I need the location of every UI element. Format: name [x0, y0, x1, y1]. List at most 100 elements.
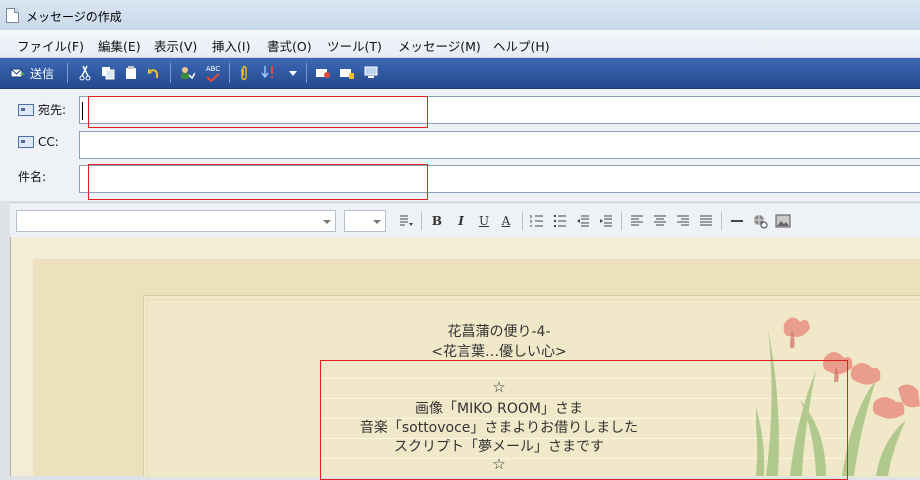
menu-insert[interactable]: 挿入(I) [212, 36, 250, 55]
format-divider [522, 212, 523, 230]
attach-button[interactable] [236, 64, 252, 82]
horizontal-line-button[interactable] [729, 213, 745, 229]
menu-file[interactable]: ファイル(F) [17, 36, 84, 55]
decrease-indent-button[interactable] [575, 213, 591, 229]
chevron-down-icon [289, 70, 297, 76]
star-divider: ☆ [492, 455, 506, 473]
align-right-icon [677, 215, 689, 226]
signed-mail-icon [316, 69, 330, 78]
menu-bar: ファイル(F) 編集(E) 表示(V) 挿入(I) 書式(O) ツール(T) メ… [0, 30, 920, 58]
toolbar-divider [306, 63, 307, 83]
font-name-select[interactable] [16, 210, 336, 232]
star-divider: ☆ [492, 378, 506, 396]
undo-icon [148, 68, 159, 79]
copy-icon [102, 67, 115, 80]
picture-icon [775, 214, 791, 228]
menu-message[interactable]: メッセージ(M) [398, 36, 481, 55]
cc-label[interactable]: CC: [18, 135, 59, 149]
title-bar: メッセージの作成 [0, 0, 920, 30]
credit-image: 画像「MIKO ROOM」さま [415, 401, 583, 417]
increase-indent-button[interactable] [598, 213, 614, 229]
outdent-icon [577, 215, 589, 227]
numbered-list-button[interactable] [529, 213, 545, 229]
paragraph-style-icon [400, 215, 413, 226]
offline-button[interactable] [362, 64, 380, 82]
menu-format[interactable]: 書式(O) [267, 36, 312, 55]
spell-label: ABC [205, 64, 221, 73]
message-title: 花菖蒲の便り-4- [447, 324, 551, 340]
check-names-button[interactable] [177, 64, 197, 82]
align-left-icon [631, 215, 643, 226]
highlight-box-subject [88, 164, 428, 200]
address-card-icon [18, 136, 34, 148]
format-divider [721, 212, 722, 230]
credit-music: 音楽「sottovoce」さまよりお借りしました [359, 420, 639, 436]
align-left-button[interactable] [629, 213, 645, 229]
highlight-box-to [88, 96, 428, 128]
insert-picture-button[interactable] [774, 213, 792, 229]
menu-view[interactable]: 表示(V) [154, 36, 197, 55]
underline-button[interactable]: U [477, 213, 491, 229]
priority-button[interactable] [260, 64, 278, 82]
indent-icon [600, 215, 612, 227]
format-divider [621, 212, 622, 230]
justify-icon [700, 215, 712, 226]
align-center-button[interactable] [652, 213, 668, 229]
sign-button[interactable] [314, 64, 332, 82]
menu-help[interactable]: ヘルプ(H) [493, 36, 550, 55]
address-header: 宛先: CC: 件名: [0, 89, 920, 201]
cut-button[interactable] [76, 64, 94, 82]
toolbar-divider [229, 63, 230, 83]
to-label-text: 宛先: [38, 103, 67, 117]
undo-button[interactable] [145, 64, 163, 82]
checkmark-icon [206, 72, 220, 82]
formatting-toolbar: B I U A [10, 202, 920, 237]
encrypted-mail-icon [340, 69, 354, 79]
paragraph-style-button[interactable] [397, 213, 415, 229]
horizontal-line-icon [731, 220, 743, 222]
subject-label-text: 件名: [18, 170, 47, 184]
hyperlink-button[interactable] [751, 213, 769, 229]
bullet-list-button[interactable] [552, 213, 568, 229]
justify-button[interactable] [698, 213, 714, 229]
credit-script: スクリプト「夢メール」さまです [394, 439, 604, 455]
align-right-button[interactable] [675, 213, 691, 229]
send-icon [10, 68, 25, 78]
cc-label-text: CC: [38, 135, 59, 149]
text-caret [82, 102, 83, 120]
paste-icon [126, 66, 136, 79]
cc-field[interactable] [79, 131, 920, 159]
numbered-list-icon [530, 215, 543, 227]
priority-icon [261, 66, 273, 79]
message-subtitle: <花言葉…優しい心> [431, 344, 567, 360]
toolbar-divider [67, 63, 68, 83]
format-divider [421, 212, 422, 230]
bold-button[interactable]: B [430, 213, 444, 229]
font-size-select[interactable] [344, 210, 386, 232]
document-icon [6, 8, 19, 23]
subject-label: 件名: [18, 168, 46, 185]
menu-edit[interactable]: 編集(E) [98, 36, 141, 55]
copy-button[interactable] [99, 64, 117, 82]
priority-dropdown[interactable] [287, 64, 299, 82]
scissors-icon [79, 65, 91, 81]
chevron-down-icon [373, 220, 381, 224]
send-button[interactable]: 送信 [10, 64, 60, 82]
font-color-button[interactable]: A [499, 213, 513, 229]
people-icon [181, 67, 195, 80]
window-title: メッセージの作成 [26, 10, 122, 24]
globe-link-icon [754, 215, 768, 229]
align-center-icon [654, 215, 666, 226]
computer-icon [364, 66, 378, 78]
menu-tools[interactable]: ツール(T) [327, 36, 382, 55]
bullet-list-icon [554, 215, 566, 227]
paste-button[interactable] [122, 64, 140, 82]
to-label[interactable]: 宛先: [18, 101, 66, 118]
main-toolbar: 送信 ABC [0, 58, 920, 89]
paperclip-icon [241, 65, 247, 81]
spelling-button[interactable]: ABC [203, 64, 223, 82]
italic-button[interactable]: I [454, 213, 468, 229]
toolbar-divider [170, 63, 171, 83]
chevron-down-icon [323, 220, 331, 224]
encrypt-button[interactable] [338, 64, 356, 82]
